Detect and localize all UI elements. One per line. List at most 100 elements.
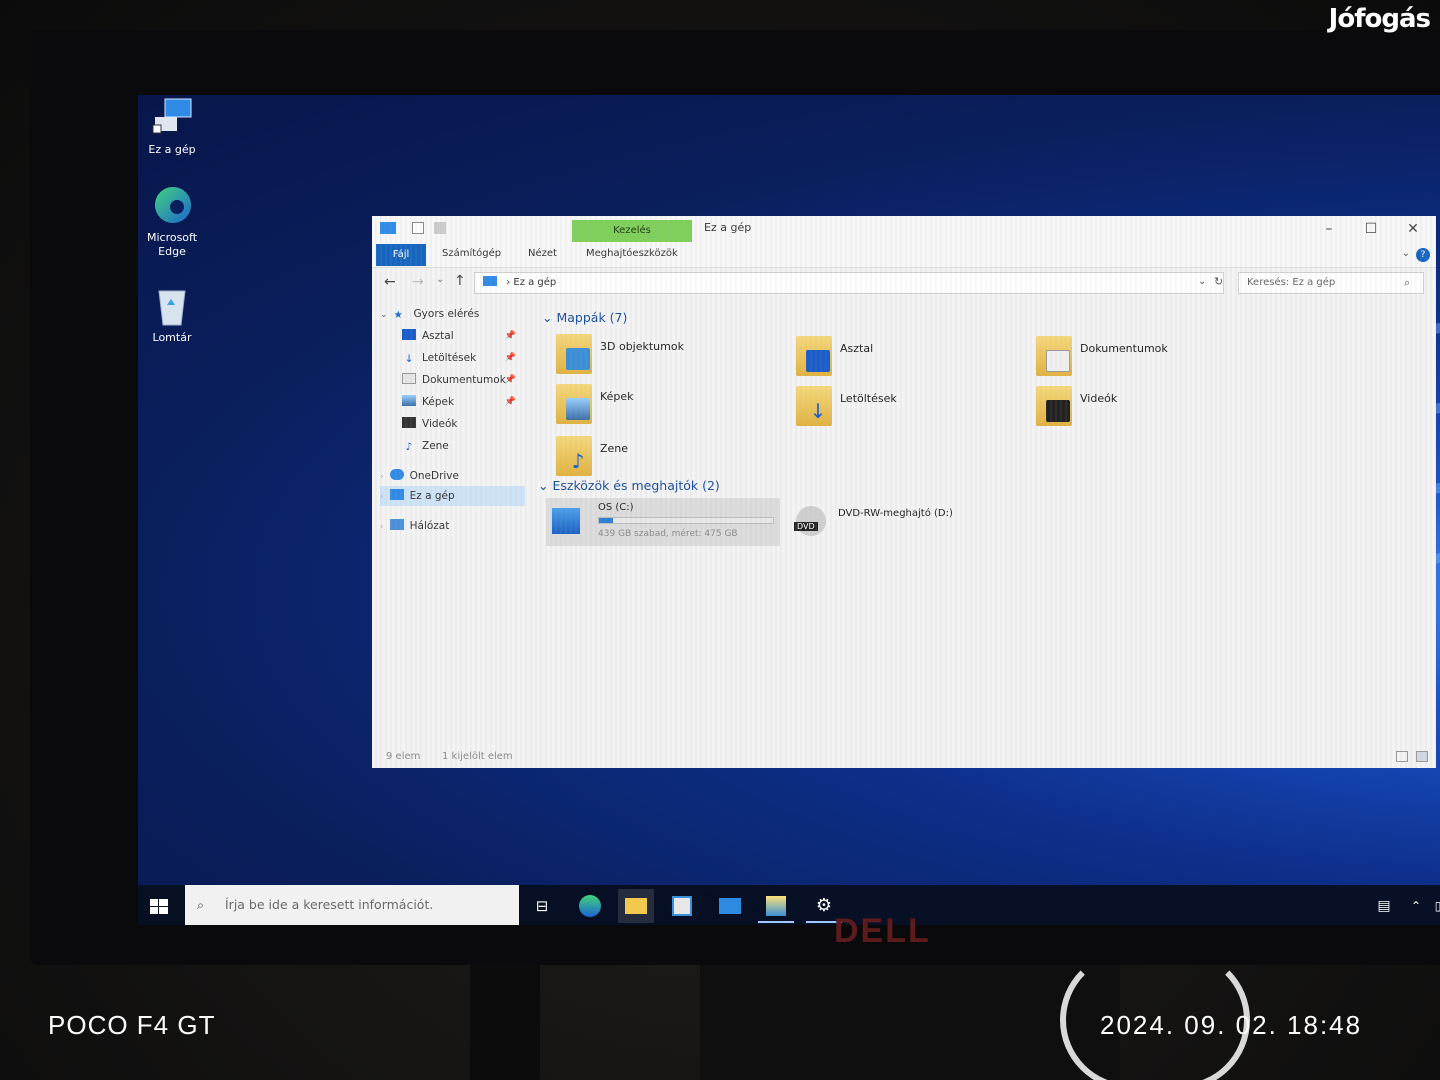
address-dropdown-icon[interactable]: ⌄ bbox=[1198, 276, 1206, 287]
properties-icon[interactable] bbox=[412, 222, 424, 234]
back-icon[interactable]: ← bbox=[384, 274, 396, 290]
pin-icon[interactable]: 📌 bbox=[505, 392, 516, 412]
computer-icon bbox=[149, 95, 195, 141]
pin-icon[interactable]: 📌 bbox=[505, 326, 516, 346]
windows-drive-icon bbox=[552, 508, 580, 534]
nav-onedrive[interactable]: › OneDrive bbox=[380, 466, 525, 486]
large-icons-view-icon[interactable] bbox=[1416, 751, 1428, 762]
nav-item-pictures[interactable]: Képek 📌 bbox=[402, 392, 520, 412]
computer-icon bbox=[389, 489, 404, 500]
taskbar-search-input[interactable]: ⌕ Írja be ide a keresett információt. bbox=[185, 885, 519, 925]
folder-videos[interactable]: Videók bbox=[1036, 386, 1236, 430]
content-pane: ⌄ Mappák (7) 3D objektumok Asztal Dokume… bbox=[532, 304, 1432, 744]
chevron-up-icon[interactable]: ⌃ bbox=[1406, 889, 1426, 923]
dvd-badge: DVD bbox=[794, 522, 818, 531]
new-folder-icon[interactable] bbox=[434, 222, 446, 234]
folder-pictures[interactable]: Képek bbox=[556, 384, 756, 428]
file-explorer-taskbar-icon[interactable] bbox=[618, 889, 654, 923]
nav-item-downloads[interactable]: ↓ Letöltések 📌 bbox=[402, 348, 520, 368]
help-icon[interactable]: ? bbox=[1416, 248, 1430, 262]
pin-icon[interactable]: 📌 bbox=[505, 348, 516, 368]
tab-drive-tools[interactable]: Meghajtóeszközök bbox=[586, 248, 678, 259]
start-button[interactable] bbox=[146, 895, 172, 919]
title-bar: Kezelés Ez a gép – ☐ ✕ bbox=[372, 216, 1436, 242]
nav-label: OneDrive bbox=[409, 470, 459, 482]
taskbar-search-placeholder: Írja be ide a keresett információt. bbox=[225, 897, 434, 912]
details-view-icon[interactable] bbox=[1396, 751, 1408, 762]
refresh-icon[interactable]: ↻ bbox=[1214, 275, 1223, 288]
download-icon: ↓ bbox=[404, 353, 414, 365]
search-input[interactable]: Keresés: Ez a gép bbox=[1238, 272, 1424, 294]
tab-file[interactable]: Fájl bbox=[376, 244, 426, 266]
videos-icon bbox=[402, 417, 416, 428]
desktop-icon-recycle-bin[interactable]: Lomtár bbox=[138, 283, 212, 345]
navigation-pane: ⌄ ★ Gyors elérés Asztal 📌 ↓ Letöltések 📌 Doku… bbox=[372, 304, 525, 744]
edge-icon bbox=[149, 183, 195, 229]
recent-locations-icon[interactable]: ⌄ bbox=[436, 274, 444, 285]
address-bar[interactable]: › Ez a gép bbox=[474, 272, 1224, 294]
drive-c[interactable]: OS (C:) 439 GB szabad, méret: 475 GB bbox=[546, 498, 780, 546]
taskbar: ⌕ Írja be ide a keresett információt. ⊟ … bbox=[138, 885, 1440, 925]
drive-d[interactable]: DVD DVD-RW-meghajtó (D:) bbox=[794, 504, 1054, 544]
nav-item-desktop[interactable]: Asztal 📌 bbox=[402, 326, 520, 346]
window-title: Ez a gép bbox=[704, 221, 752, 234]
nav-network[interactable]: › Hálózat bbox=[380, 516, 525, 536]
drive-detail: 439 GB szabad, méret: 475 GB bbox=[598, 529, 738, 539]
folder-documents[interactable]: Dokumentumok bbox=[1036, 336, 1236, 380]
store-taskbar-icon[interactable] bbox=[664, 889, 700, 923]
folder-label: Zene bbox=[600, 442, 629, 455]
address-row: ← → ⌄ ↑ › Ez a gép ⌄ ↻ Keresés: Ez a gép… bbox=[372, 268, 1436, 298]
forward-icon[interactable]: → bbox=[412, 274, 424, 290]
music-icon: ♪ bbox=[405, 441, 413, 453]
folder-label: Letöltések bbox=[840, 392, 897, 405]
desktop-icon-label: Microsoft Edge bbox=[146, 231, 198, 258]
desktop-icon-edge[interactable]: Microsoft Edge bbox=[138, 183, 212, 259]
folder-label: Dokumentumok bbox=[1080, 342, 1168, 355]
chevron-right-icon: › bbox=[506, 277, 511, 288]
app-taskbar-icon[interactable] bbox=[758, 889, 794, 923]
folder-desktop[interactable]: Asztal bbox=[796, 336, 996, 380]
folder-3d-objects[interactable]: 3D objektumok bbox=[556, 334, 756, 378]
drive-usage-bar bbox=[598, 517, 774, 524]
network-tray-icon[interactable]: ▯ bbox=[1428, 889, 1440, 923]
photo-scene: Ez a gép Microsoft Edge Lomtár Kezelés E… bbox=[0, 0, 1440, 1080]
pin-icon[interactable]: 📌 bbox=[505, 370, 516, 390]
tab-kezeles[interactable]: Kezelés bbox=[572, 220, 692, 242]
up-icon[interactable]: ↑ bbox=[454, 273, 466, 289]
ribbon-expand-icon[interactable]: ⌄ bbox=[1402, 248, 1410, 259]
chevron-right-icon: › bbox=[380, 472, 384, 482]
folder-label: 3D objektumok bbox=[600, 340, 684, 353]
desktop-icon-label: Lomtár bbox=[152, 331, 192, 344]
nav-this-pc[interactable]: › Ez a gép bbox=[380, 486, 525, 506]
tab-view[interactable]: Nézet bbox=[528, 248, 557, 259]
nav-label: Ez a gép bbox=[409, 490, 455, 502]
nav-quick-access[interactable]: ⌄ ★ Gyors elérés bbox=[380, 304, 525, 324]
nav-item-music[interactable]: ♪ Zene bbox=[402, 436, 520, 456]
folder-downloads[interactable]: ↓ Letöltések bbox=[796, 386, 996, 430]
nav-label: Gyors elérés bbox=[413, 308, 480, 320]
folder-music[interactable]: ♪ Zene bbox=[556, 436, 756, 480]
mail-taskbar-icon[interactable] bbox=[712, 889, 748, 923]
news-widget-icon[interactable]: ▤ bbox=[1366, 889, 1402, 923]
desktop-folder-icon bbox=[402, 329, 416, 340]
nav-item-documents[interactable]: Dokumentumok 📌 bbox=[402, 370, 520, 390]
documents-icon bbox=[402, 373, 416, 384]
search-icon: ⌕ bbox=[1404, 276, 1411, 289]
minimize-button[interactable]: – bbox=[1314, 220, 1344, 238]
close-button[interactable]: ✕ bbox=[1398, 220, 1428, 238]
star-icon: ★ bbox=[393, 309, 403, 321]
monitor-stand-base bbox=[700, 960, 1120, 1080]
computer-icon bbox=[380, 222, 396, 234]
desktop-icon-this-pc[interactable]: Ez a gép bbox=[138, 95, 212, 157]
group-header-devices[interactable]: ⌄ Eszközök és meghajtók (2) bbox=[538, 478, 720, 493]
group-header-folders[interactable]: ⌄ Mappák (7) bbox=[542, 310, 627, 325]
tab-computer[interactable]: Számítógép bbox=[442, 248, 501, 259]
maximize-button[interactable]: ☐ bbox=[1356, 220, 1386, 238]
edge-taskbar-icon[interactable] bbox=[572, 889, 608, 923]
search-icon: ⌕ bbox=[197, 897, 205, 912]
task-view-icon[interactable]: ⊟ bbox=[524, 889, 560, 923]
status-bar: 9 elem 1 kijelölt elem bbox=[372, 746, 1436, 768]
ribbon-tabs: Fájl Számítógép Nézet Meghajtóeszközök ⌄… bbox=[372, 242, 1436, 268]
windows-logo-icon bbox=[150, 899, 168, 914]
nav-item-videos[interactable]: Videók bbox=[402, 414, 520, 434]
